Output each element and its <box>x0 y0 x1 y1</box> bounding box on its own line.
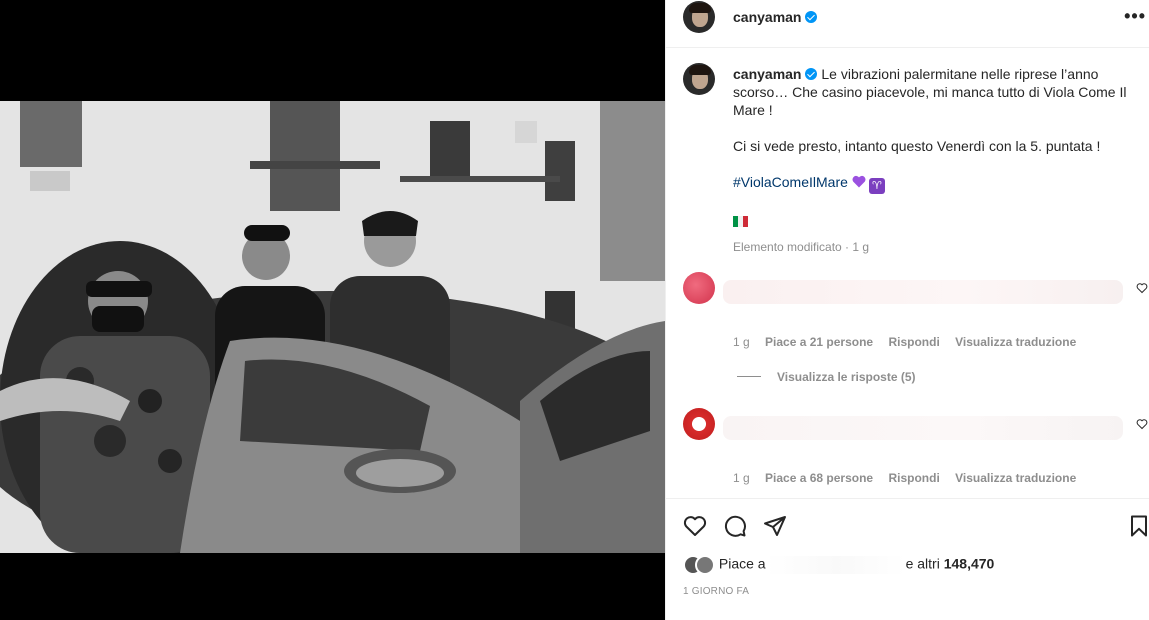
comment-actions: 1 g Piace a 68 persone Rispondi Visualiz… <box>733 471 1088 485</box>
comment-likes-count[interactable]: Piace a 21 persone <box>765 335 873 349</box>
view-replies-button[interactable]: Visualizza le risposte (5) <box>737 370 916 384</box>
commenter-avatar[interactable] <box>683 408 715 440</box>
post-photo-image <box>0 101 665 553</box>
comment-age: 1 g <box>733 335 750 349</box>
post-header: canyaman ••• <box>666 0 1149 48</box>
replies-divider <box>737 376 761 377</box>
author-avatar[interactable] <box>683 1 715 33</box>
likes-summary[interactable]: Piace a e altri 148,470 <box>683 555 994 575</box>
likes-suffix: e altri <box>905 555 940 572</box>
media-panel <box>0 0 665 620</box>
translate-button[interactable]: Visualizza traduzione <box>955 335 1076 349</box>
caption-hashtag[interactable]: #ViolaComeIlMare <box>733 174 848 190</box>
comment-icon[interactable] <box>723 514 747 538</box>
heart-icon[interactable] <box>683 514 707 538</box>
post-photo[interactable] <box>0 101 665 553</box>
translate-button[interactable]: Visualizza traduzione <box>955 471 1076 485</box>
verified-badge-icon <box>805 11 818 23</box>
caption-meta: Elemento modificato · 1 g <box>733 240 870 254</box>
likes-blurred-name <box>765 556 906 574</box>
comment-text-blurred <box>723 416 1123 440</box>
comment-age: 1 g <box>733 471 750 485</box>
reply-button[interactable]: Rispondi <box>888 335 939 349</box>
view-replies-label[interactable]: Visualizza le risposte (5) <box>777 370 916 384</box>
comment-likes-count[interactable]: Piace a 68 persone <box>765 471 873 485</box>
caption-author-username[interactable]: canyaman <box>733 66 801 82</box>
commenter-avatar[interactable] <box>683 272 715 304</box>
likes-count[interactable]: 148,470 <box>944 556 995 572</box>
comment-text-blurred <box>723 280 1123 304</box>
caption-author-avatar[interactable] <box>683 63 715 95</box>
liker-avatar[interactable] <box>695 555 715 575</box>
post-timestamp[interactable]: 1 giorno fa <box>683 586 749 597</box>
comment-like-heart-icon[interactable] <box>1136 282 1148 294</box>
share-icon[interactable] <box>763 514 787 538</box>
verified-badge-icon <box>805 68 818 80</box>
caption-body: canyaman Le vibrazioni palermitane nelle… <box>733 65 1133 256</box>
italian-flag-icon <box>733 216 748 227</box>
post-detail-panel: canyaman ••• canyaman Le vibrazioni pale… <box>665 0 1149 620</box>
more-options-icon[interactable]: ••• <box>1124 6 1146 27</box>
author-username-row: canyaman <box>733 9 818 25</box>
post-actions-bar <box>666 498 1149 550</box>
likes-prefix: Piace a <box>718 555 766 572</box>
comment-actions: 1 g Piace a 21 persone Rispondi Visualiz… <box>733 335 1088 349</box>
caption-line-2: Ci si vede presto, intanto questo Venerd… <box>733 138 1101 154</box>
author-username[interactable]: canyaman <box>733 9 801 25</box>
aries-emoji-icon: ♈ <box>868 178 885 194</box>
save-icon[interactable] <box>1127 514 1149 538</box>
purple-heart-emoji-icon <box>852 175 866 188</box>
comment-like-heart-icon[interactable] <box>1136 418 1148 430</box>
reply-button[interactable]: Rispondi <box>888 471 939 485</box>
